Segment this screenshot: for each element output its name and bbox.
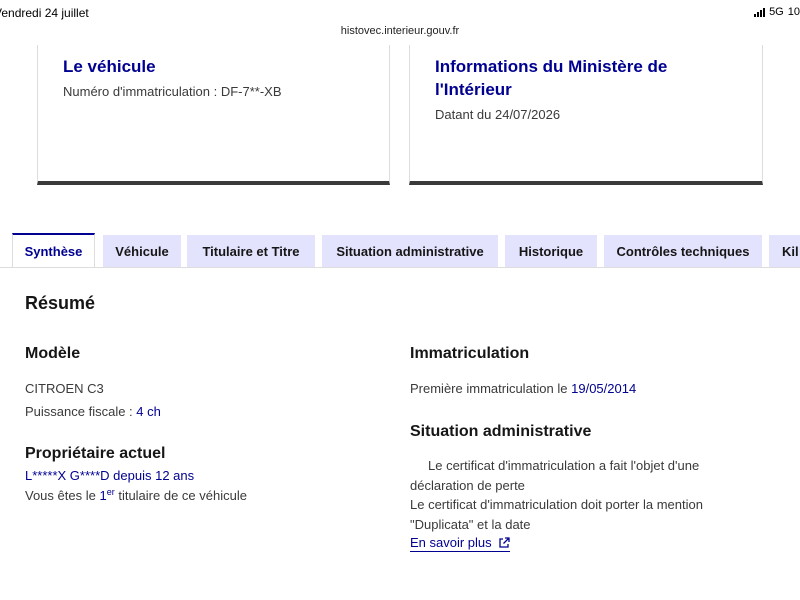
first-registration: Première immatriculation le 19/05/2014 <box>410 381 637 396</box>
summary-title: Résumé <box>25 293 96 313</box>
vehicle-card: Le véhicule Numéro d'immatriculation : D… <box>37 45 390 185</box>
owner-rank: Vous êtes le 1er titulaire de ce véhicul… <box>25 487 247 504</box>
ministry-date: Datant du 24/07/2026 <box>435 107 561 122</box>
ministry-card: Informations du Ministère de l'Intérieur… <box>409 45 763 185</box>
tab-bar: Synthèse Véhicule Titulaire et Titre Sit… <box>0 232 800 268</box>
owner-heading: Propriétaire actuel <box>25 445 166 462</box>
owner-line: L*****X G****D depuis 12 ans <box>25 468 195 483</box>
signal-icon <box>754 7 766 17</box>
address-bar-url[interactable]: histovec.interieur.gouv.fr <box>0 25 800 37</box>
registration-number: Numéro d'immatriculation : DF-7**-XB <box>63 84 282 99</box>
external-link-icon <box>499 536 510 548</box>
battery-level: 10 <box>787 6 800 18</box>
tab-situation-administrative[interactable]: Situation administrative <box>322 235 498 267</box>
tab-vehicule[interactable]: Véhicule <box>103 235 181 267</box>
tab-titulaire-titre[interactable]: Titulaire et Titre <box>187 235 315 267</box>
tab-historique[interactable]: Historique <box>505 235 597 267</box>
registration-heading: Immatriculation <box>410 345 530 362</box>
admin-heading: Situation administrative <box>410 423 592 440</box>
fiscal-power: Puissance fiscale : 4 ch <box>25 404 161 419</box>
tab-controles-techniques[interactable]: Contrôles techniques <box>604 235 762 267</box>
model-heading: Modèle <box>25 345 81 362</box>
admin-loss-declaration: Le certificat d'immatriculation a fait l… <box>410 458 700 493</box>
ministry-card-title: Informations du Ministère de l'Intérieur <box>435 57 668 99</box>
admin-duplicate-mention: Le certificat d'immatriculation doit por… <box>410 497 703 532</box>
status-time: Vendredi 24 juillet <box>0 6 89 20</box>
tab-synthese[interactable]: Synthèse <box>12 233 95 268</box>
learn-more-link[interactable]: En savoir plus <box>410 535 510 552</box>
vehicle-card-title: Le véhicule <box>63 57 156 76</box>
status-bar: Vendredi 24 juillet 5G 10 <box>0 0 800 22</box>
tab-kilometrage[interactable]: Kil <box>769 235 800 267</box>
network-type: 5G <box>769 6 784 18</box>
model-name: CITROEN C3 <box>25 381 104 396</box>
tab-panel <box>0 267 800 600</box>
status-indicators: 5G 10 <box>754 6 800 18</box>
